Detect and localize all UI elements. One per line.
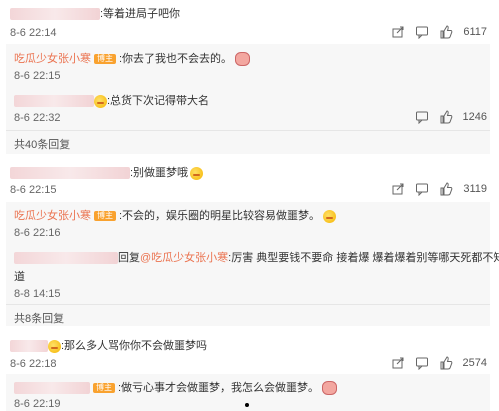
blogger-badge: 博主	[93, 383, 115, 394]
comment-icon[interactable]	[415, 182, 429, 196]
comment-1-actions: 6117	[391, 25, 487, 39]
comment-3-time: 8-6 22:18	[10, 358, 57, 370]
reply-2-2-cont: 道	[14, 271, 25, 283]
comment-2-actions: 3119	[391, 182, 487, 196]
reply-3-1-time: 8-6 22:19	[14, 398, 61, 410]
pig-emoji-icon	[322, 381, 338, 396]
emoji-icon	[323, 209, 337, 223]
like-icon[interactable]	[439, 356, 453, 370]
more-replies-link[interactable]: 共8条回复	[14, 310, 64, 326]
reply-1-2-actions: 1246	[415, 110, 487, 124]
page-indicator-dot	[245, 403, 249, 407]
like-icon[interactable]	[439, 25, 453, 39]
more-replies-link[interactable]: 共40条回复	[14, 136, 70, 152]
reply-1-2-time: 8-6 22:32	[14, 112, 61, 124]
share-icon[interactable]	[391, 356, 405, 370]
blurred-username	[10, 340, 48, 353]
blurred-username	[14, 382, 90, 395]
pig-emoji-icon	[235, 52, 251, 67]
comment-1-text: :等着进局子吧你	[10, 5, 180, 21]
reply-2-1: 吃瓜少女张小寒 博主:不会的，娱乐圈的明星比较容易做噩梦。	[14, 207, 337, 223]
reply-author[interactable]: 吃瓜少女张小寒	[14, 210, 91, 222]
like-icon[interactable]	[439, 110, 453, 124]
divider	[6, 304, 490, 305]
reply-1-1-time: 8-6 22:15	[14, 70, 61, 82]
like-count: 1246	[462, 111, 487, 123]
emoji-icon	[48, 339, 61, 353]
like-count: 6117	[463, 26, 487, 38]
share-icon[interactable]	[391, 25, 405, 39]
like-icon[interactable]	[439, 182, 453, 196]
reply-2-2-time: 8-8 14:15	[14, 288, 61, 300]
reply-author[interactable]: 吃瓜少女张小寒	[14, 53, 91, 65]
blurred-username	[10, 8, 100, 21]
blurred-username	[10, 167, 130, 180]
divider	[6, 130, 490, 131]
emoji-icon	[190, 166, 204, 180]
comment-2-text: :别做噩梦哦	[10, 164, 204, 180]
like-count: 3119	[463, 183, 487, 195]
comment-icon[interactable]	[415, 356, 429, 370]
like-count: 2574	[462, 357, 487, 369]
emoji-icon	[94, 94, 107, 108]
reply-3-1: 博主:做亏心事才会做噩梦，我怎么会做噩梦。	[14, 379, 338, 396]
blogger-badge: 博主	[94, 54, 116, 65]
blurred-username	[14, 252, 118, 265]
blogger-badge: 博主	[94, 211, 116, 222]
comment-2-time: 8-6 22:15	[10, 184, 57, 196]
reply-1-2: :总货下次记得带大名	[14, 92, 209, 108]
reply-2-1-time: 8-6 22:16	[14, 227, 61, 239]
reply-2-2: 回复@吃瓜少女张小寒:厉害 典型要钱不要命 接着爆 爆着爆着别等哪天死都不知	[14, 249, 499, 265]
comment-3-text: :那么多人骂你你不会做噩梦吗	[10, 337, 207, 353]
share-icon[interactable]	[391, 182, 405, 196]
comment-icon[interactable]	[415, 110, 429, 124]
reply-1-1: 吃瓜少女张小寒 博主:你去了我也不会去的。	[14, 50, 251, 67]
comment-icon[interactable]	[415, 25, 429, 39]
blurred-username	[14, 95, 94, 108]
comment-3-actions: 2574	[391, 356, 487, 370]
comment-1-time: 8-6 22:14	[10, 27, 57, 39]
mention-link[interactable]: @吃瓜少女张小寒	[140, 252, 228, 264]
